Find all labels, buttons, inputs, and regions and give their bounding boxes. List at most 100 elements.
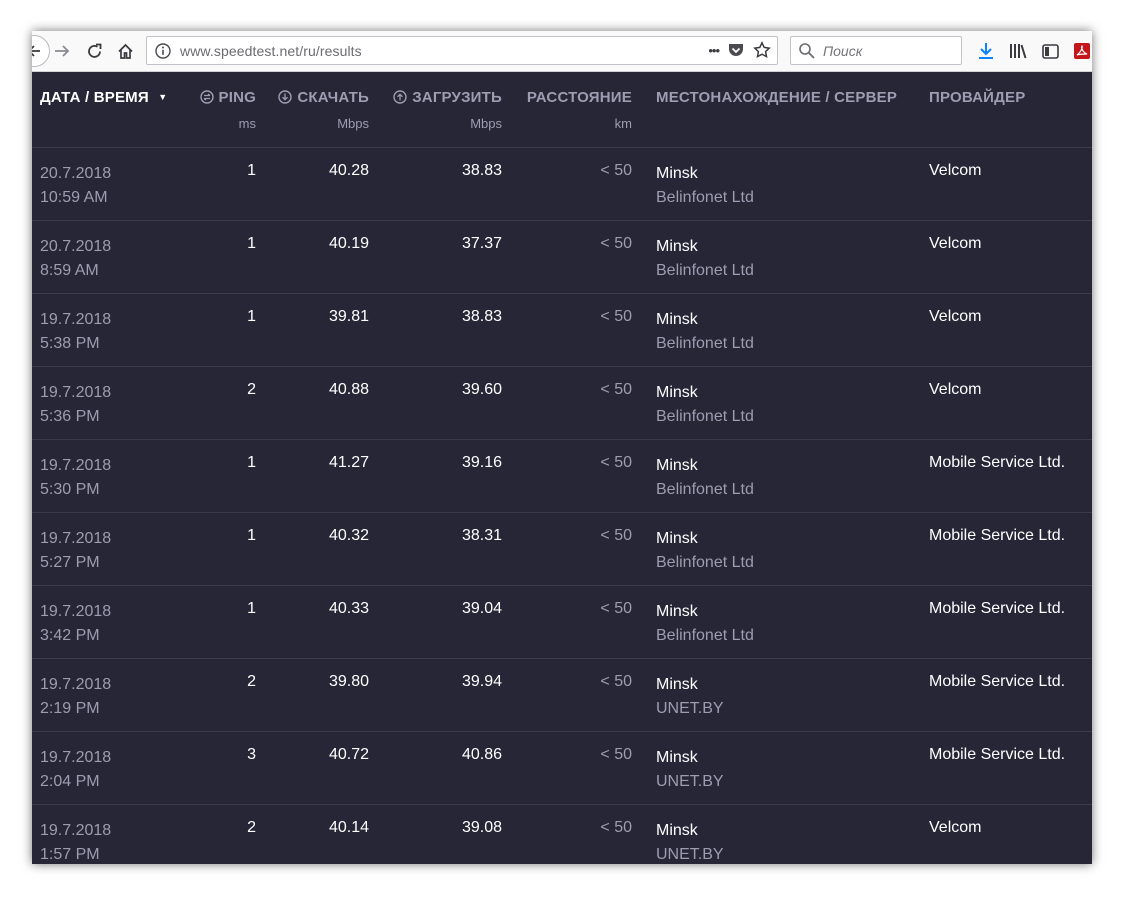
date-cell: 19.7.2018 5:30 PM <box>40 454 111 502</box>
provider-value: Mobile Service Ltd. <box>929 673 1066 690</box>
date-cell: 19.7.2018 5:36 PM <box>40 381 111 429</box>
city-text: Minsk <box>656 238 698 255</box>
server-text: Belinfonet Ltd <box>656 408 754 425</box>
address-bar[interactable]: www.speedtest.net/ru/results ••• <box>146 36 778 65</box>
provider-value: Mobile Service Ltd. <box>929 527 1066 544</box>
distance-value: < 50 <box>600 308 632 325</box>
reload-icon <box>87 43 101 58</box>
server-text: Belinfonet Ltd <box>656 189 754 206</box>
city-text: Minsk <box>656 384 698 401</box>
time-text: 5:38 PM <box>40 335 100 352</box>
table-row[interactable]: 19.7.2018 3:42 PM 1 40.33 39.04 < 50 Minsk Beli… <box>32 586 1092 659</box>
table-row[interactable]: 19.7.2018 5:38 PM 1 39.81 38.83 < 50 Minsk Beli… <box>32 294 1092 367</box>
distance-value: < 50 <box>600 527 632 544</box>
home-icon <box>117 43 133 59</box>
page-actions-menu[interactable]: ••• <box>708 43 720 58</box>
upload-value: 40.86 <box>461 746 502 763</box>
results-table: ДАТА / ВРЕМЯ ▼ PING ms СКАЧАТЬ Mbps ЗАГР… <box>32 72 1092 864</box>
ping-unit: ms <box>238 116 256 131</box>
download-value: 39.81 <box>328 308 369 325</box>
table-row[interactable]: 20.7.2018 8:59 AM 1 40.19 37.37 < 50 Minsk Beli… <box>32 221 1092 294</box>
search-icon <box>799 43 815 59</box>
col-header-distance[interactable]: РАССТОЯНИЕ <box>527 89 632 106</box>
url-actions: ••• <box>708 41 771 59</box>
provider-value: Velcom <box>929 308 982 325</box>
city-text: Minsk <box>656 165 698 182</box>
distance-value: < 50 <box>600 673 632 690</box>
upload-value: 39.60 <box>461 381 502 398</box>
bookmark-star-icon[interactable] <box>753 41 771 59</box>
table-row[interactable]: 20.7.2018 10:59 AM 1 40.28 38.83 < 50 Minsk Bel… <box>32 148 1092 221</box>
distance-value: < 50 <box>600 162 632 179</box>
date-cell: 20.7.2018 10:59 AM <box>40 162 111 210</box>
location-cell: Minsk UNET.BY <box>656 673 724 721</box>
date-text: 19.7.2018 <box>40 384 112 401</box>
col-header-ping-label: PING <box>218 89 256 106</box>
date-cell: 19.7.2018 2:04 PM <box>40 746 111 794</box>
table-row[interactable]: 19.7.2018 2:04 PM 3 40.72 40.86 < 50 Minsk UNET… <box>32 732 1092 805</box>
sidebar-button[interactable] <box>1036 37 1064 65</box>
city-text: Minsk <box>656 676 698 693</box>
provider-value: Mobile Service Ltd. <box>929 746 1066 763</box>
browser-window: www.speedtest.net/ru/results ••• Поиск Д… <box>32 31 1092 864</box>
sidebar-icon <box>1041 43 1059 59</box>
col-header-upload[interactable]: ЗАГРУЗИТЬ <box>393 89 502 106</box>
download-icon <box>278 90 293 104</box>
upload-unit: Mbps <box>470 116 502 131</box>
provider-value: Mobile Service Ltd. <box>929 454 1066 471</box>
col-header-location[interactable]: МЕСТОНАХОЖДЕНИЕ / СЕРВЕР <box>656 89 897 106</box>
time-text: 2:04 PM <box>40 773 100 790</box>
location-cell: Minsk Belinfonet Ltd <box>656 381 754 429</box>
ping-value: 2 <box>247 673 256 690</box>
col-header-download[interactable]: СКАЧАТЬ <box>278 89 369 106</box>
forward-button[interactable] <box>48 37 76 65</box>
date-cell: 19.7.2018 1:57 PM <box>40 819 111 864</box>
col-header-provider[interactable]: ПРОВАЙДЕР <box>929 89 1025 106</box>
col-header-ping[interactable]: PING <box>199 89 256 106</box>
col-header-date-label: ДАТА / ВРЕМЯ <box>40 89 149 106</box>
city-text: Minsk <box>656 603 698 620</box>
date-text: 19.7.2018 <box>40 530 112 547</box>
download-value: 39.80 <box>328 673 369 690</box>
table-row[interactable]: 19.7.2018 5:30 PM 1 41.27 39.16 < 50 Minsk Beli… <box>32 440 1092 513</box>
downloads-button[interactable] <box>972 37 1000 65</box>
table-row[interactable]: 19.7.2018 5:36 PM 2 40.88 39.60 < 50 Minsk Beli… <box>32 367 1092 440</box>
search-box[interactable]: Поиск <box>790 36 962 65</box>
city-text: Minsk <box>656 822 698 839</box>
provider-value: Velcom <box>929 162 982 179</box>
table-header: ДАТА / ВРЕМЯ ▼ PING ms СКАЧАТЬ Mbps ЗАГР… <box>32 72 1092 148</box>
ping-icon <box>199 90 214 104</box>
col-header-date[interactable]: ДАТА / ВРЕМЯ ▼ <box>40 89 167 106</box>
info-icon[interactable] <box>154 42 172 60</box>
location-cell: Minsk Belinfonet Ltd <box>656 162 754 210</box>
upload-value: 39.16 <box>461 454 502 471</box>
url-text[interactable]: www.speedtest.net/ru/results <box>180 43 362 59</box>
back-arrow-icon <box>32 45 40 57</box>
table-row[interactable]: 19.7.2018 2:19 PM 2 39.80 39.94 < 50 Minsk UNET… <box>32 659 1092 732</box>
table-row[interactable]: 19.7.2018 1:57 PM 2 40.14 39.08 < 50 Minsk UNET… <box>32 805 1092 864</box>
pdf-icon <box>1074 43 1090 59</box>
upload-value: 38.83 <box>461 308 502 325</box>
ping-value: 2 <box>247 819 256 836</box>
server-text: UNET.BY <box>656 700 724 717</box>
location-cell: Minsk Belinfonet Ltd <box>656 527 754 575</box>
reload-button[interactable] <box>80 37 108 65</box>
home-button[interactable] <box>111 37 139 65</box>
upload-value: 38.31 <box>461 527 502 544</box>
server-text: Belinfonet Ltd <box>656 627 754 644</box>
time-text: 1:57 PM <box>40 846 100 863</box>
date-text: 20.7.2018 <box>40 165 112 182</box>
ping-value: 1 <box>247 308 256 325</box>
download-unit: Mbps <box>337 116 369 131</box>
provider-value: Velcom <box>929 819 982 836</box>
table-row[interactable]: 19.7.2018 5:27 PM 1 40.32 38.31 < 50 Minsk Beli… <box>32 513 1092 586</box>
library-button[interactable] <box>1004 37 1032 65</box>
pocket-icon[interactable] <box>727 41 745 59</box>
sort-desc-icon: ▼ <box>158 92 168 102</box>
pdf-extension-button[interactable] <box>1068 37 1092 65</box>
upload-value: 39.04 <box>461 600 502 617</box>
time-text: 3:42 PM <box>40 627 100 644</box>
search-placeholder: Поиск <box>823 43 863 59</box>
distance-value: < 50 <box>600 746 632 763</box>
server-text: Belinfonet Ltd <box>656 335 754 352</box>
